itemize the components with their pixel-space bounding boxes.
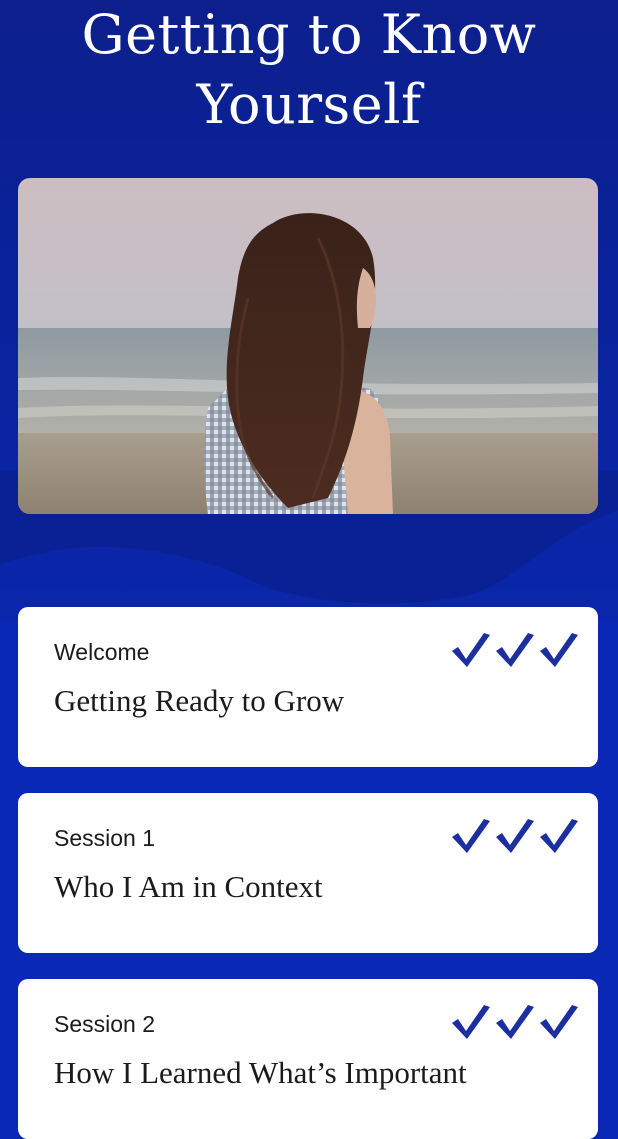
page-title: Getting to Know Yourself [81, 3, 537, 136]
session-title: Who I Am in Context [54, 869, 323, 904]
session-card-1[interactable]: Session 1 Who I Am in Context [18, 793, 598, 953]
woman-on-beach-illustration [18, 178, 598, 514]
completion-checkmarks-icon [452, 819, 578, 853]
hero-image [18, 178, 598, 514]
session-title: Getting Ready to Grow [54, 683, 345, 718]
session-card-2[interactable]: Session 2 How I Learned What’s Important [18, 979, 598, 1139]
session-label: Welcome [54, 639, 150, 665]
session-label: Session 1 [54, 825, 156, 851]
session-title: How I Learned What’s Important [54, 1055, 467, 1090]
session-card-welcome[interactable]: Welcome Getting Ready to Grow [18, 607, 598, 767]
session-label: Session 2 [54, 1011, 156, 1037]
completion-checkmarks-icon [452, 633, 578, 667]
completion-checkmarks-icon [452, 1005, 578, 1039]
